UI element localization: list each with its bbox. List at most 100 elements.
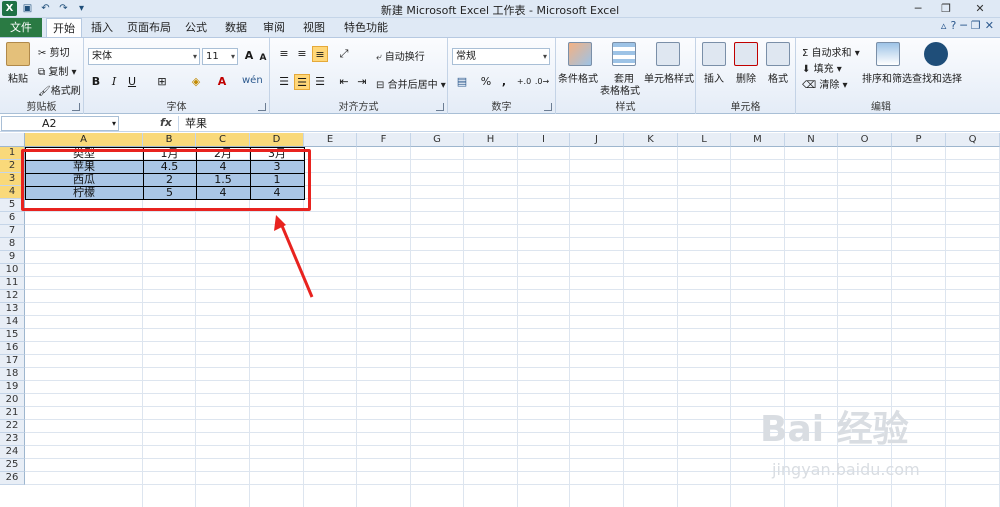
row-header-21[interactable]: 21 [0,407,25,420]
phonetic-button[interactable]: wén [242,75,263,86]
underline-button[interactable]: U [124,74,140,90]
decrease-indent-icon[interactable]: ⇤ [336,74,352,90]
row-header-26[interactable]: 26 [0,472,25,485]
row-header-10[interactable]: 10 [0,264,25,277]
row-header-23[interactable]: 23 [0,433,25,446]
cut-button[interactable]: ✂ 剪切 [38,44,70,59]
column-header-h[interactable]: H [464,133,518,147]
row-header-22[interactable]: 22 [0,420,25,433]
column-header-c[interactable]: C [196,133,250,147]
percent-button[interactable]: % [478,74,494,90]
font-launcher-icon[interactable] [258,103,266,111]
row-header-20[interactable]: 20 [0,394,25,407]
row-header-11[interactable]: 11 [0,277,25,290]
doc-minimize-icon[interactable]: ─ [960,19,967,32]
tab-review[interactable]: 审阅 [258,18,290,37]
font-size-select[interactable]: 11 ▾ [202,48,238,65]
format-cells-icon[interactable] [766,42,790,66]
fill-button[interactable]: ⬇ 填充 ▾ [802,60,842,75]
align-top-icon[interactable]: ≡ [276,46,292,62]
column-header-g[interactable]: G [411,133,464,147]
row-header-18[interactable]: 18 [0,368,25,381]
column-header-o[interactable]: O [838,133,892,147]
doc-restore-icon[interactable]: ❐ [971,19,981,32]
delete-cells-button[interactable]: 删除 [736,70,756,85]
conditional-format-icon[interactable] [568,42,592,66]
autosum-button[interactable]: Σ 自动求和 ▾ [802,44,860,59]
column-header-e[interactable]: E [304,133,357,147]
increase-indent-icon[interactable]: ⇥ [354,74,370,90]
font-name-select[interactable]: 宋体 ▾ [88,48,200,65]
conditional-format-button[interactable]: 条件格式 [558,70,598,85]
column-header-f[interactable]: F [357,133,411,147]
tab-page-layout[interactable]: 页面布局 [124,18,174,37]
merge-center-button[interactable]: ⊟ 合并后居中 ▾ [376,76,446,91]
cell-styles-icon[interactable] [656,42,680,66]
clipboard-launcher-icon[interactable] [72,103,80,111]
italic-button[interactable]: I [106,74,122,90]
doc-close-icon[interactable]: ✕ [985,19,994,32]
format-cells-button[interactable]: 格式 [768,70,788,85]
row-header-8[interactable]: 8 [0,238,25,251]
row-header-24[interactable]: 24 [0,446,25,459]
row-header-14[interactable]: 14 [0,316,25,329]
cell-styles-button[interactable]: 单元格样式 [644,70,694,85]
comma-button[interactable]: , [496,74,512,90]
column-header-i[interactable]: I [518,133,570,147]
increase-decimal-icon[interactable]: +.0 [516,74,532,90]
formula-input[interactable]: 苹果 [178,116,998,131]
minimize-button[interactable]: ─ [904,0,932,18]
column-header-k[interactable]: K [624,133,678,147]
restore-button[interactable]: ❐ [932,0,960,18]
align-right-icon[interactable]: ☰ [312,74,328,90]
row-header-12[interactable]: 12 [0,290,25,303]
align-bottom-icon[interactable]: ≡ [312,46,328,62]
row-header-19[interactable]: 19 [0,381,25,394]
borders-icon[interactable]: ⊞ [154,74,170,90]
paste-icon[interactable] [6,42,30,66]
decrease-decimal-icon[interactable]: .0→ [534,74,550,90]
column-header-a[interactable]: A [25,133,143,147]
copy-button[interactable]: ⧉ 复制 ▾ [38,63,77,78]
currency-icon[interactable]: ▤ [454,74,470,90]
insert-cells-button[interactable]: 插入 [704,70,724,85]
bold-button[interactable]: B [88,74,104,90]
row-header-7[interactable]: 7 [0,225,25,238]
tab-data[interactable]: 数据 [220,18,252,37]
orientation-icon[interactable]: ⤢ [336,46,352,62]
row-header-9[interactable]: 9 [0,251,25,264]
tab-special[interactable]: 特色功能 [338,18,394,37]
column-header-l[interactable]: L [678,133,731,147]
binoculars-icon[interactable] [924,42,948,66]
tab-view[interactable]: 视图 [298,18,330,37]
row-header-25[interactable]: 25 [0,459,25,472]
row-header-16[interactable]: 16 [0,342,25,355]
tab-insert[interactable]: 插入 [86,18,118,37]
column-header-q[interactable]: Q [946,133,1000,147]
align-left-icon[interactable]: ☰ [276,74,292,90]
align-center-icon[interactable]: ☰ [294,74,310,90]
row-header-6[interactable]: 6 [0,212,25,225]
font-color-icon[interactable]: A [214,74,230,90]
name-box[interactable]: A2 ▾ [1,116,119,131]
delete-cells-icon[interactable] [734,42,758,66]
row-header-15[interactable]: 15 [0,329,25,342]
insert-cells-icon[interactable] [702,42,726,66]
format-table-label2[interactable]: 表格格式 [600,82,640,97]
fill-color-icon[interactable]: ◈ [188,74,204,90]
row-header-17[interactable]: 17 [0,355,25,368]
shrink-font-button[interactable]: A [255,50,271,66]
select-all-corner[interactable] [0,133,25,147]
column-header-b[interactable]: B [143,133,196,147]
column-header-p[interactable]: P [892,133,946,147]
tab-file[interactable]: 文件 [0,18,42,37]
clear-button[interactable]: ⌫ 清除 ▾ [802,76,848,91]
wrap-text-button[interactable]: ⤶ 自动换行 [376,48,425,63]
tab-formulas[interactable]: 公式 [180,18,212,37]
sort-filter-button[interactable]: 排序和筛选 [862,70,912,85]
align-middle-icon[interactable]: ≡ [294,46,310,62]
insert-function-icon[interactable]: fx [160,116,172,129]
column-header-j[interactable]: J [570,133,624,147]
help-icon[interactable]: ? [950,19,956,32]
row-header-13[interactable]: 13 [0,303,25,316]
